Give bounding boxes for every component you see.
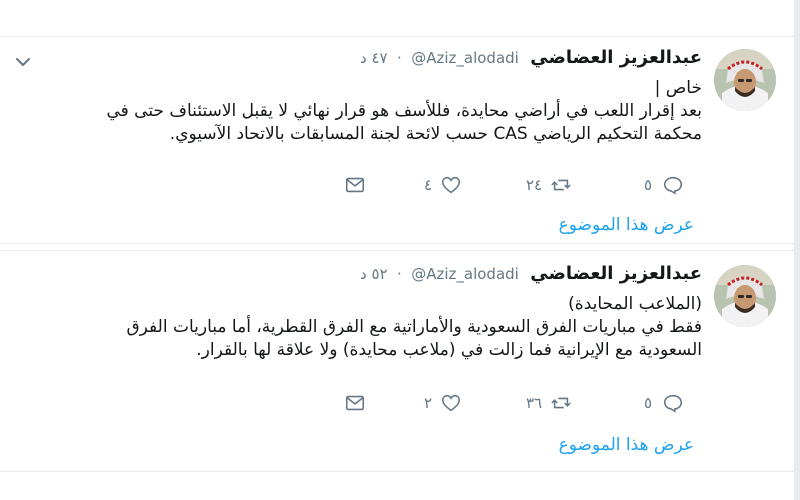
avatar[interactable] (714, 265, 776, 327)
tweet-text: (الملاعب المحايدة) فقط في مباريات الفرق … (24, 293, 702, 362)
retweet-icon (551, 179, 571, 191)
reply-button[interactable]: ٥ (644, 173, 684, 197)
retweet-count: ٢٤ (526, 176, 543, 194)
tweet-text-line: (الملاعب المحايدة) (568, 294, 702, 314)
reply-icon (664, 394, 683, 413)
tweet[interactable]: عبدالعزيز العضاضي @Aziz_alodadi · ٤٧ د خ… (0, 36, 794, 244)
reply-count: ٥ (644, 394, 653, 412)
like-icon (442, 394, 461, 412)
tweet-actions: ٥ ٢٤ ٤ (340, 173, 700, 197)
direct-message-button[interactable] (344, 173, 366, 197)
show-thread-link[interactable]: عرض هذا الموضوع (559, 435, 694, 455)
reply-icon (664, 176, 683, 195)
tweet-text-line: خاص | (654, 78, 702, 98)
show-thread-link[interactable]: عرض هذا الموضوع (559, 215, 694, 235)
reply-count: ٥ (644, 176, 653, 194)
tweet-timestamp[interactable]: ٤٧ د (360, 49, 388, 67)
direct-message-button[interactable] (344, 391, 366, 415)
direct-message-icon (345, 177, 365, 193)
separator-dot: · (397, 49, 402, 67)
like-button[interactable]: ٤ (424, 173, 462, 197)
chevron-down-icon[interactable] (14, 53, 32, 71)
tweet[interactable]: عبدالعزيز العضاضي @Aziz_alodadi · ٥٢ د (… (0, 250, 794, 472)
like-count: ٢ (424, 394, 433, 412)
author-name[interactable]: عبدالعزيز العضاضي (530, 47, 702, 68)
retweet-button[interactable]: ٢٤ (526, 173, 572, 197)
tweet-text: خاص | بعد إقرار اللعب في أراضي محايدة، ف… (24, 77, 702, 146)
retweet-count: ٣٦ (526, 394, 543, 412)
retweet-icon (551, 397, 571, 409)
avatar-image (714, 49, 776, 111)
scrollbar-track[interactable] (794, 0, 800, 500)
tweet-actions: ٥ ٣٦ ٢ (340, 391, 700, 415)
avatar-image (714, 265, 776, 327)
tweet-text-line: فقط في مباريات الفرق السعودية والأماراتي… (126, 317, 702, 337)
like-icon (442, 176, 461, 194)
avatar[interactable] (714, 49, 776, 111)
separator-dot: · (397, 265, 402, 283)
retweet-button[interactable]: ٣٦ (526, 391, 572, 415)
timeline: ✎~ ✎~ ✎~ ✎~ ✎~ ✎~ ✎~ ✎~ ✎~ ✎~ عبدالعزيز … (0, 0, 800, 500)
author-name[interactable]: عبدالعزيز العضاضي (530, 263, 702, 284)
direct-message-icon (345, 395, 365, 411)
author-handle[interactable]: @Aziz_alodadi (411, 265, 519, 283)
like-count: ٤ (424, 176, 433, 194)
tweet-text-line: السعودية مع الإيرانية فما زالت في (ملاعب… (196, 340, 702, 360)
tweet-text-line: بعد إقرار اللعب في أراضي محايدة، فللأسف … (106, 101, 702, 121)
tweet-header: عبدالعزيز العضاضي @Aziz_alodadi · ٥٢ د (40, 263, 702, 287)
like-button[interactable]: ٢ (424, 391, 462, 415)
tweet-header: عبدالعزيز العضاضي @Aziz_alodadi · ٤٧ د (40, 47, 702, 71)
tweet-timestamp[interactable]: ٥٢ د (360, 265, 388, 283)
author-handle[interactable]: @Aziz_alodadi (411, 49, 519, 67)
tweet-text-line: محكمة التحكيم الرياضي CAS حسب لائحة لجنة… (169, 124, 702, 144)
reply-button[interactable]: ٥ (644, 391, 684, 415)
